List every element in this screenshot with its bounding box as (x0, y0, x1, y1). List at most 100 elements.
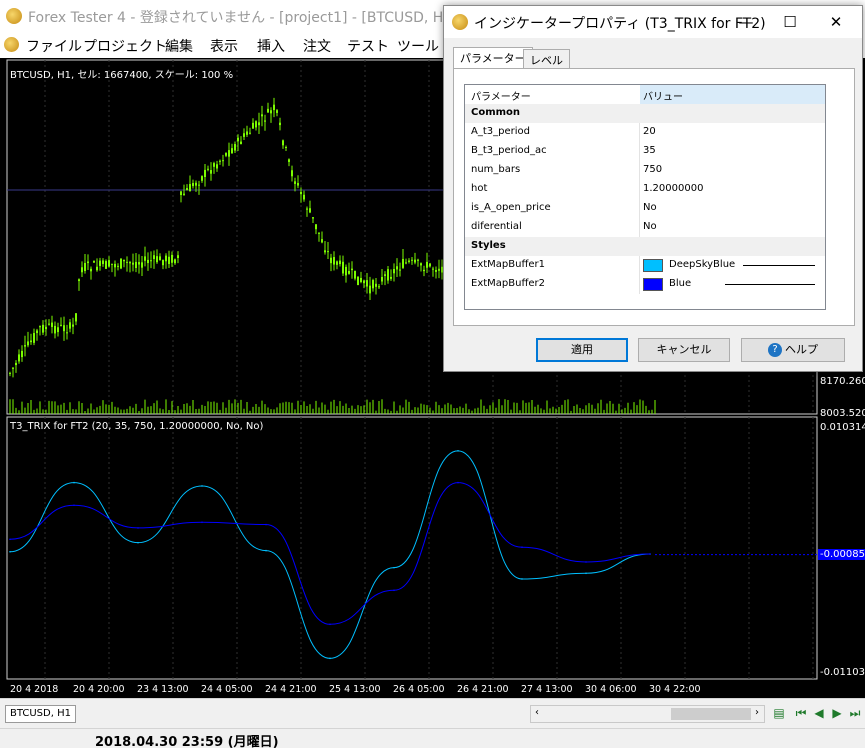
candle-body (399, 269, 401, 271)
column-divider (639, 123, 640, 142)
indicator-point (585, 561, 587, 563)
param-row[interactable]: A_t3_period 20 (465, 123, 825, 142)
param-row[interactable]: is_A_open_price No (465, 199, 825, 218)
date-label: 25 4 13:00 (329, 684, 381, 695)
param-row[interactable]: diferential No (465, 218, 825, 237)
candle-body (9, 372, 11, 374)
candle-body (201, 176, 203, 181)
apply-button[interactable]: 適用 (536, 338, 628, 362)
help-button[interactable]: ? ヘルプ (741, 338, 845, 362)
candle-body (333, 257, 335, 265)
cancel-button[interactable]: キャンセル (638, 338, 730, 362)
menu-edit[interactable]: 編集 (165, 36, 193, 56)
indicator-current-label: -0.00085 (818, 549, 865, 560)
tab-levels[interactable]: レベル (523, 49, 570, 69)
indicator-point (9, 550, 11, 553)
candle-body (72, 324, 74, 327)
date-label: 30 4 22:00 (649, 684, 701, 695)
nav-last-icon[interactable]: ⏭ (848, 706, 862, 720)
indicator-point (9, 538, 11, 541)
param-row[interactable]: B_t3_period_ac 35 (465, 142, 825, 161)
candle-body (372, 280, 374, 289)
param-name: hot (471, 183, 488, 194)
candle-body (132, 262, 134, 265)
color-name: Blue (669, 278, 692, 289)
column-divider (639, 142, 640, 161)
nav-prev-icon[interactable]: ◀ (812, 706, 826, 720)
candle-body (105, 261, 107, 269)
candle-body (396, 266, 398, 270)
candle-body (360, 277, 362, 283)
candle-body (306, 208, 308, 210)
candle-body (210, 170, 212, 174)
maximize-icon[interactable]: ☐ (768, 6, 812, 38)
candle-body (21, 350, 23, 358)
horizontal-scrollbar[interactable]: ‹ › (530, 705, 765, 723)
param-value[interactable]: 1.20000000 (643, 183, 703, 194)
date-label: 26 4 05:00 (393, 684, 445, 695)
system-menu-icon[interactable] (4, 37, 19, 52)
indicator-panel-border (6, 416, 818, 680)
section-label: Styles (471, 240, 506, 251)
param-value[interactable]: No (643, 221, 657, 232)
param-value[interactable]: 750 (643, 164, 662, 175)
style-row[interactable]: ExtMapBuffer1 DeepSkyBlue (465, 256, 825, 275)
candle-body (153, 255, 155, 260)
candle-body (60, 324, 62, 326)
candle-body (96, 266, 98, 271)
indicator-point (137, 541, 139, 544)
menu-order[interactable]: 注文 (303, 36, 331, 56)
param-row[interactable]: num_bars 750 (465, 161, 825, 180)
candle-body (120, 258, 122, 269)
scroll-right-icon[interactable]: › (755, 707, 759, 718)
menu-tools[interactable]: ツール (397, 36, 439, 56)
minimize-icon[interactable]: — (724, 6, 768, 38)
candle-body (129, 262, 131, 264)
window-title: Forex Tester 4 - 登録されていません - [project1] … (28, 10, 458, 26)
candle-body (135, 261, 137, 269)
color-swatch[interactable] (643, 278, 663, 291)
candle-body (402, 258, 404, 268)
candle-body (300, 191, 302, 195)
nav-next-icon[interactable]: ▶ (830, 706, 844, 720)
scrollbar-thumb[interactable] (671, 708, 751, 720)
indicator-point (521, 546, 523, 549)
menu-insert[interactable]: 挿入 (257, 36, 285, 56)
param-value[interactable]: No (643, 202, 657, 213)
close-icon[interactable]: ✕ (814, 6, 858, 38)
candle-body (387, 269, 389, 281)
style-row[interactable]: ExtMapBuffer2 Blue (465, 275, 825, 294)
candle-body (432, 268, 434, 270)
candle-body (297, 183, 299, 186)
param-value[interactable]: 20 (643, 126, 656, 137)
param-value[interactable]: 35 (643, 145, 656, 156)
candle-body (213, 163, 215, 167)
tab-parameters[interactable]: パラメーター (453, 47, 533, 70)
scroll-left-icon[interactable]: ‹ (535, 707, 539, 718)
param-row[interactable]: hot 1.20000000 (465, 180, 825, 199)
nav-first-icon[interactable]: ⏮ (794, 706, 808, 720)
line-style-preview[interactable] (743, 265, 815, 266)
candle-body (102, 260, 104, 264)
chart-nav-icon[interactable]: ▤ (772, 706, 786, 720)
candle-body (426, 261, 428, 268)
candle-body (81, 267, 83, 273)
candle-body (150, 260, 152, 262)
candle-body (237, 137, 239, 142)
param-name: B_t3_period_ac (471, 145, 547, 156)
chart-tab-btcusd[interactable]: BTCUSD, H1 (5, 705, 76, 723)
menu-test[interactable]: テスト (347, 36, 389, 56)
candle-body (141, 262, 143, 268)
candle-body (312, 217, 314, 219)
candle-body (231, 148, 233, 154)
candle-body (363, 280, 365, 284)
line-style-preview[interactable] (725, 284, 815, 285)
price-label: 8170.260 (820, 376, 865, 387)
menu-file[interactable]: ファイル (26, 36, 82, 56)
menu-project[interactable]: プロジェクト (83, 36, 167, 56)
candle-body (345, 266, 347, 276)
candle-body (309, 208, 311, 213)
status-bar: 2018.04.30 23:59 (月曜日) (0, 728, 865, 750)
menu-view[interactable]: 表示 (210, 36, 238, 56)
color-swatch[interactable] (643, 259, 663, 272)
